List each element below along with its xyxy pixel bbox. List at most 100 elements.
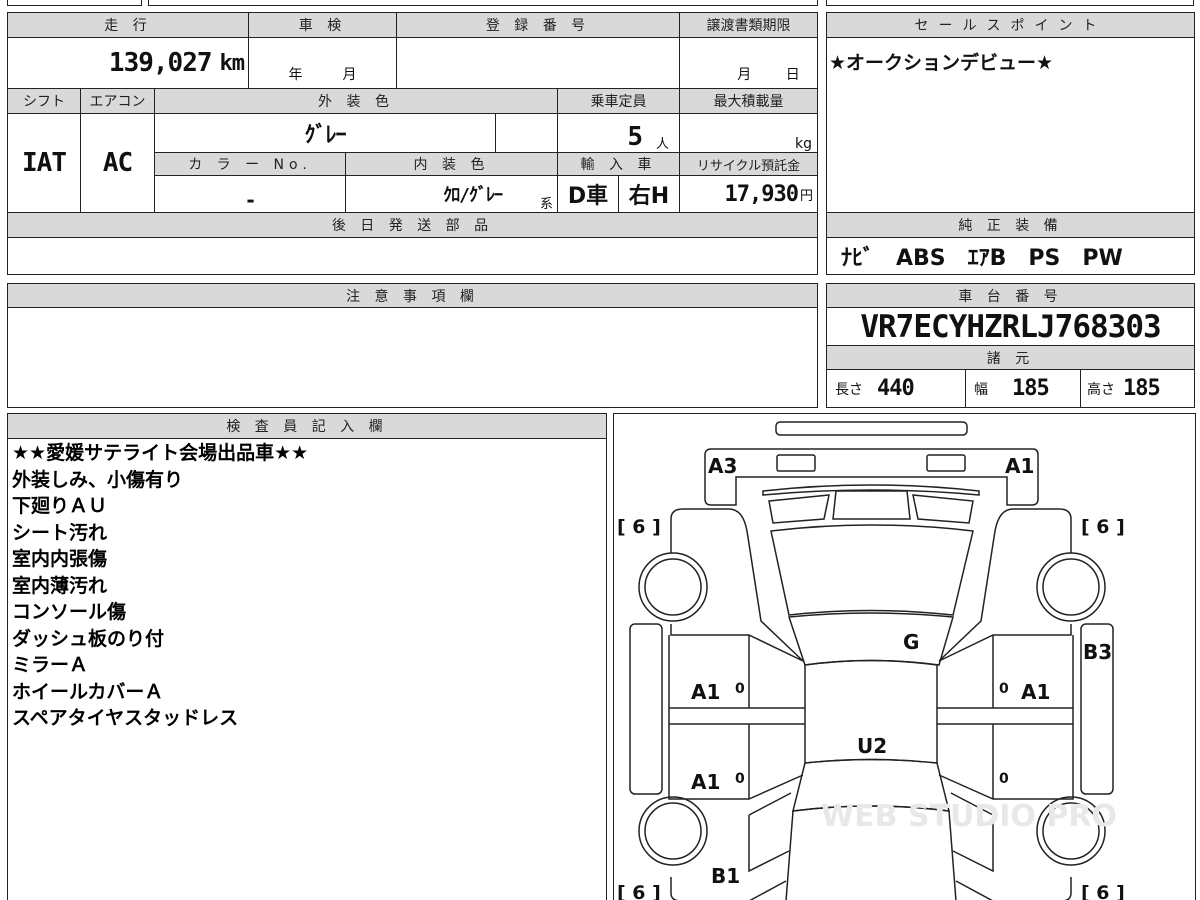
spec-height: 高さ 185 — [1080, 369, 1195, 408]
height-label: 高さ — [1087, 381, 1115, 398]
width-value: 185 — [1012, 376, 1050, 401]
top-strip-cell — [148, 0, 818, 6]
interior-color-header: 内 装 色 — [345, 152, 558, 176]
hood-edge — [762, 484, 980, 496]
inspector-note: スペアタイヤスタッドレス — [12, 707, 239, 729]
label-tire-fr: [ 6 ] — [1081, 516, 1125, 538]
max-load-header: 最大積載量 — [679, 88, 818, 114]
inspector-note: シート汚れ — [12, 521, 108, 544]
exterior-color-value: ｸﾞﾚｰ — [154, 113, 496, 153]
sales-point-body: ★オークションデビュー★ — [826, 37, 1195, 213]
transfer-deadline-header: 譲渡書類期限 — [679, 12, 818, 38]
inspector-note: 室内薄汚れ — [12, 574, 108, 597]
inspector-note: ダッシュ板のり付 — [12, 627, 165, 650]
inspector-notes-list: ★★愛媛サテライト会場出品車★★ 外装しみ、小傷有り 下廻りＡＵ シート汚れ室内内張傷… — [12, 440, 308, 732]
label-right-front-door: A1 — [1021, 680, 1050, 704]
equipment-header: 純 正 装 備 — [826, 212, 1195, 238]
day-unit: 日 — [785, 67, 800, 83]
headlight-left — [776, 454, 816, 472]
tire-front-left — [638, 552, 708, 622]
aircon-value: AC — [80, 113, 155, 213]
recycle-header: リサイクル預託金 — [679, 152, 818, 176]
height-value: 185 — [1123, 376, 1161, 401]
recycle-number: 17,930 — [724, 181, 799, 207]
later-parts-body — [7, 237, 818, 275]
transfer-deadline-value: 月日 — [679, 37, 818, 89]
mark-left-rear: 0 — [735, 771, 745, 787]
width-label: 幅 — [974, 381, 988, 398]
import-header: 輸 入 車 — [557, 152, 680, 176]
interior-color-text: ｸﾛ/ｸﾞﾚｰ — [443, 185, 503, 206]
mileage-value: 139,027 km — [7, 37, 249, 89]
watermark: WEB STUDIO PRO — [821, 799, 1117, 834]
inspector-note: 下廻りＡＵ — [12, 495, 108, 517]
label-front-right: A1 — [1005, 454, 1034, 478]
interior-color-suffix: 系 — [539, 197, 553, 212]
shift-header: シフト — [7, 88, 81, 114]
chassis-header: 車 台 番 号 — [826, 283, 1195, 308]
color-no-value: - — [154, 175, 346, 213]
left-sill — [629, 623, 663, 795]
steering-side: 右H — [618, 175, 680, 213]
front-bumper — [775, 421, 968, 436]
inspector-note: 外装しみ、小傷有り — [12, 468, 184, 491]
front-panel — [704, 448, 1039, 506]
length-value: 440 — [877, 376, 915, 401]
wheel-rear-left — [644, 802, 702, 860]
inspector-header: 検 査 員 記 入 欄 — [7, 413, 607, 439]
recycle-unit: 円 — [799, 188, 813, 204]
recycle-value: 17,930 円 — [679, 175, 818, 213]
hood — [770, 524, 974, 616]
later-parts-header: 後 日 発 送 部 品 — [7, 212, 818, 238]
spec-length: 長さ 440 — [826, 369, 966, 408]
mark-right-front: 0 — [999, 681, 1009, 697]
inspector-note: 室内内張傷 — [12, 548, 108, 570]
max-load-value: kg — [679, 113, 818, 153]
specs-header: 諸 元 — [826, 345, 1195, 370]
mileage-header: 走 行 — [7, 12, 249, 38]
label-rear-left: B1 — [711, 864, 740, 888]
month-unit: 月 — [342, 67, 357, 83]
label-right-sill: B3 — [1083, 640, 1112, 664]
year-unit: 年 — [288, 67, 303, 83]
capacity-number: 5 — [627, 122, 643, 152]
top-strip-cell — [7, 0, 142, 6]
car-diagram-svg: A3 A1 [ 6 ] [ 6 ] [ 6 ] [ 6 ] G B3 A1 A1… — [617, 421, 1125, 900]
color-no-header: カ ラ ー No. — [154, 152, 346, 176]
registration-value — [396, 37, 680, 89]
aircon-header: エアコン — [80, 88, 155, 114]
capacity-value: 5人 — [557, 113, 680, 153]
auction-sheet: 走 行 車 検 登 録 番 号 譲渡書類期限 139,027 km 年月 月日 シ… — [0, 0, 1200, 900]
grille — [768, 490, 974, 524]
month-unit: 月 — [737, 67, 752, 83]
headlight-right — [926, 454, 966, 472]
equipment-body: ﾅﾋﾞ ABS ｴｱB PS PW — [826, 237, 1195, 275]
right-front-fender — [938, 508, 1072, 662]
notes-body — [7, 307, 818, 408]
wheel-front-right — [1042, 558, 1100, 616]
notes-header: 注 意 事 項 欄 — [7, 283, 818, 308]
label-windshield: G — [903, 630, 919, 654]
tire-front-right — [1036, 552, 1106, 622]
sales-point-header: セールスポイント — [826, 12, 1195, 38]
inspector-note: コンソール傷 — [12, 601, 127, 623]
label-left-front-door: A1 — [691, 680, 720, 704]
exterior-color-header: 外 装 色 — [154, 88, 558, 114]
inspector-note: ★★愛媛サテライト会場出品車★★ — [12, 442, 309, 464]
mileage-unit: km — [219, 50, 245, 76]
capacity-header: 乗車定員 — [557, 88, 680, 114]
shaken-header: 車 検 — [248, 12, 397, 38]
label-tire-rr: [ 6 ] — [1081, 882, 1125, 900]
mileage-number: 139,027 — [108, 48, 213, 78]
length-label: 長さ — [835, 381, 863, 398]
label-front-left: A3 — [708, 454, 737, 478]
label-roof: U2 — [857, 734, 887, 758]
interior-color-value: ｸﾛ/ｸﾞﾚｰ 系 — [345, 175, 558, 213]
mark-left-front: 0 — [735, 681, 745, 697]
spec-width: 幅 185 — [965, 369, 1081, 408]
label-tire-fl: [ 6 ] — [617, 516, 661, 538]
windshield — [787, 612, 954, 666]
label-left-rear-door: A1 — [691, 770, 720, 794]
label-tire-rl: [ 6 ] — [617, 882, 661, 900]
shaken-value: 年月 — [248, 37, 397, 89]
